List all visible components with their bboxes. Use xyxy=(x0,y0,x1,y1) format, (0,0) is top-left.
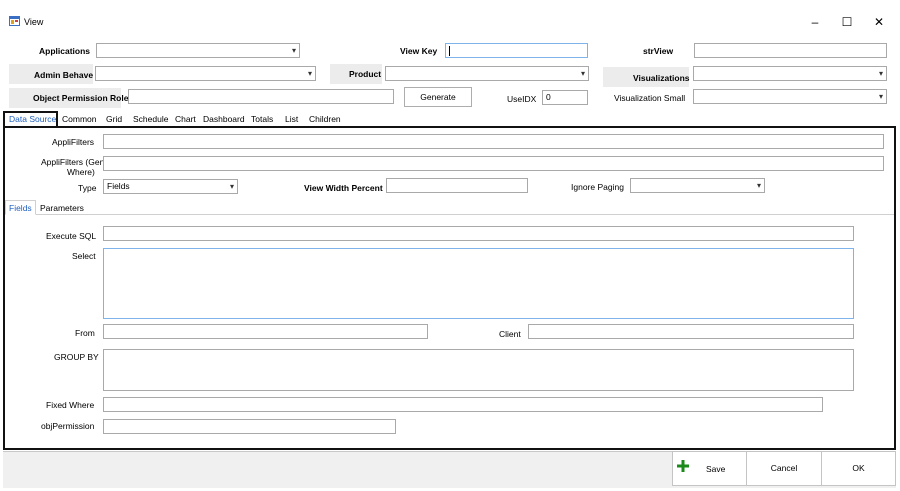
tab-schedule[interactable]: Schedule xyxy=(133,114,168,124)
applifilters-generate-label-2: Where) xyxy=(67,167,95,177)
ignore-paging-label: Ignore Paging xyxy=(571,182,624,192)
window-title: View xyxy=(24,17,44,27)
tab-common[interactable]: Common xyxy=(62,114,96,124)
execute-sql-input[interactable] xyxy=(103,226,854,241)
applifilters-input[interactable] xyxy=(103,134,884,149)
type-label: Type xyxy=(78,183,97,193)
active-tab-outline xyxy=(3,111,58,127)
object-permission-role-input[interactable] xyxy=(128,89,394,104)
applifilters-generate-where-input[interactable] xyxy=(103,156,884,171)
select-label: Select xyxy=(72,251,96,261)
group-by-textarea[interactable] xyxy=(103,349,854,391)
view-width-percent-input[interactable] xyxy=(386,178,528,193)
applifilters-label: AppliFilters xyxy=(52,137,95,147)
client-input[interactable] xyxy=(528,324,854,339)
visualization-small-select[interactable] xyxy=(693,89,887,104)
product-select[interactable] xyxy=(385,66,589,81)
admin-behave-select[interactable] xyxy=(95,66,316,81)
tab-list[interactable]: List xyxy=(285,114,298,124)
cancel-button[interactable]: Cancel xyxy=(746,451,822,486)
view-key-label: View Key xyxy=(400,46,438,56)
type-select[interactable]: Fields xyxy=(103,179,238,194)
save-button[interactable]: Save xyxy=(672,451,747,486)
tab-totals[interactable]: Totals xyxy=(251,114,273,124)
ok-button[interactable]: OK xyxy=(821,451,896,486)
subtab-parameters[interactable]: Parameters xyxy=(40,203,84,213)
text-cursor xyxy=(449,46,450,56)
generate-button[interactable]: Generate xyxy=(404,87,472,107)
objpermission-label: objPermission xyxy=(41,421,95,431)
close-button[interactable]: ✕ xyxy=(864,12,894,32)
tab-grid[interactable]: Grid xyxy=(106,114,122,124)
fixed-where-label: Fixed Where xyxy=(46,400,95,410)
client-label: Client xyxy=(499,329,521,339)
fixed-where-input[interactable] xyxy=(103,397,823,412)
tab-chart[interactable]: Chart xyxy=(175,114,196,124)
group-by-label: GROUP BY xyxy=(54,352,99,362)
tab-dashboard[interactable]: Dashboard xyxy=(203,114,245,124)
view-width-percent-label: View Width Percent xyxy=(304,183,383,193)
save-label: Save xyxy=(706,464,726,474)
visualizations-select[interactable] xyxy=(693,66,887,81)
useidx-label: UseIDX xyxy=(507,94,537,104)
from-label: From xyxy=(75,328,95,338)
execute-sql-label: Execute SQL xyxy=(46,231,97,241)
subtab-fields[interactable]: Fields xyxy=(9,203,32,213)
title-bar: View – ☐ ✕ xyxy=(0,0,900,40)
subtab-divider xyxy=(5,214,894,215)
applications-label: Applications xyxy=(39,46,91,56)
maximize-button[interactable]: ☐ xyxy=(832,12,862,32)
object-permission-role-label: Object Permission Role xyxy=(33,93,129,103)
visualizations-label: Visualizations xyxy=(633,73,690,83)
from-input[interactable] xyxy=(103,324,428,339)
strview-input[interactable] xyxy=(694,43,887,58)
product-label: Product xyxy=(349,69,382,79)
view-key-input[interactable] xyxy=(445,43,588,58)
tab-children[interactable]: Children xyxy=(309,114,341,124)
minimize-button[interactable]: – xyxy=(800,12,830,32)
visualization-small-label: Visualization Small xyxy=(614,93,686,103)
app-window-icon xyxy=(9,16,20,26)
strview-label: strView xyxy=(643,46,674,56)
objpermission-input[interactable] xyxy=(103,419,396,434)
applications-select[interactable] xyxy=(96,43,300,58)
select-textarea[interactable] xyxy=(103,248,854,319)
plus-icon xyxy=(677,460,689,472)
view-window: View – ☐ ✕ Applications View Key strView… xyxy=(0,0,900,491)
ignore-paging-select[interactable] xyxy=(630,178,765,193)
admin-behave-label: Admin Behave xyxy=(34,70,94,80)
useidx-input[interactable]: 0 xyxy=(542,90,588,105)
